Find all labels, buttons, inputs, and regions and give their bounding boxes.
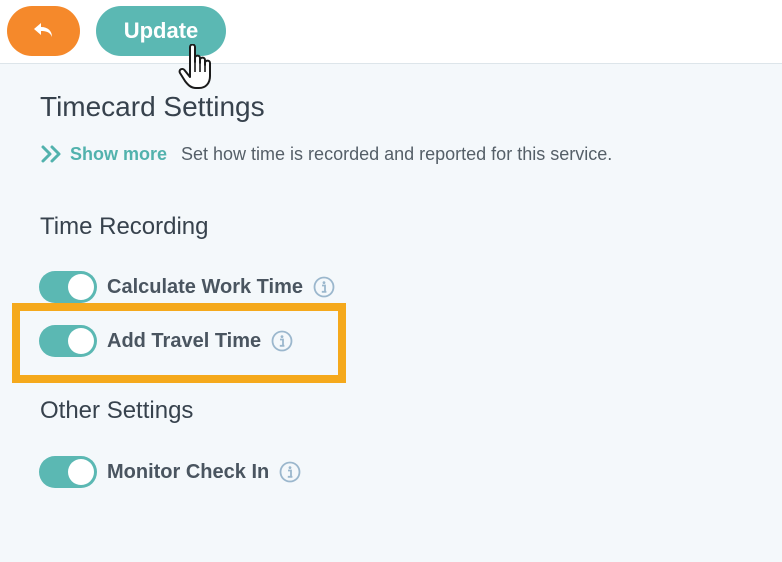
show-more-link[interactable]: Show more	[40, 143, 167, 165]
show-more-label: Show more	[70, 143, 168, 164]
setting-label: Monitor Check In	[107, 460, 270, 483]
hand-pointer-cursor-icon	[178, 44, 211, 89]
top-toolbar: Update	[0, 0, 782, 64]
info-circle-icon[interactable]	[313, 276, 335, 298]
add-travel-time-toggle[interactable]	[39, 325, 97, 357]
toggle-knob	[68, 328, 94, 354]
calculate-work-time-toggle[interactable]	[39, 271, 97, 303]
info-circle-icon[interactable]	[271, 330, 293, 352]
info-circle-icon[interactable]	[279, 461, 301, 483]
page-title: Timecard Settings	[40, 91, 265, 122]
show-more-row: Show more Set how time is recorded and r…	[40, 143, 612, 165]
settings-description: Set how time is recorded and reported fo…	[181, 143, 613, 164]
setting-label: Calculate Work Time	[107, 275, 303, 298]
undo-arrow-icon	[33, 23, 52, 37]
section-title-other-settings: Other Settings	[40, 397, 194, 424]
double-chevron-right-icon	[41, 145, 61, 163]
setting-label: Add Travel Time	[107, 329, 262, 352]
setting-row-calculate-work-time: Calculate Work Time	[39, 271, 335, 303]
toggle-knob	[68, 459, 94, 485]
back-button[interactable]	[7, 6, 80, 56]
setting-row-add-travel-time: Add Travel Time	[39, 325, 293, 357]
toggle-knob	[68, 274, 94, 300]
monitor-check-in-toggle[interactable]	[39, 456, 97, 488]
setting-row-monitor-check-in: Monitor Check In	[39, 456, 301, 488]
section-title-time-recording: Time Recording	[40, 213, 209, 240]
